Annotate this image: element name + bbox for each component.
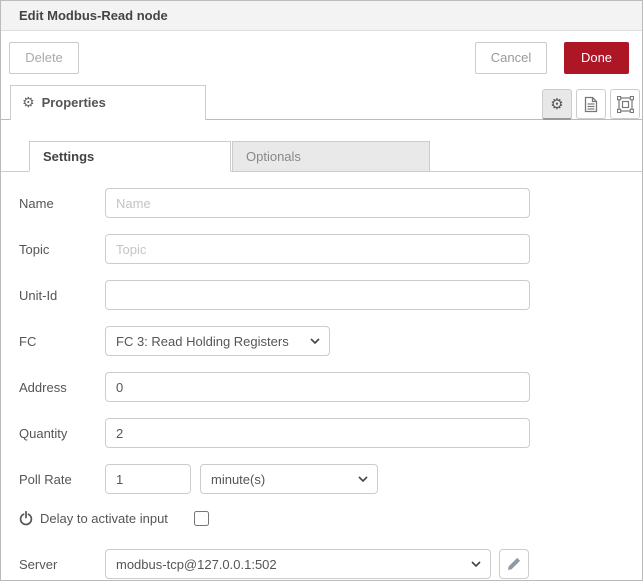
delay-label: Delay to activate input [40, 511, 168, 526]
topic-input[interactable] [105, 234, 530, 264]
poll-rate-label: Poll Rate [1, 472, 105, 487]
server-label: Server [1, 557, 105, 572]
chevron-down-icon [358, 476, 368, 482]
poll-rate-row: Poll Rate minute(s) [1, 464, 642, 494]
object-group-icon [617, 96, 634, 113]
fc-select[interactable]: FC 3: Read Holding Registers [105, 326, 330, 356]
delay-row: Delay to activate input [1, 510, 642, 527]
unit-id-label: Unit-Id [1, 288, 105, 303]
done-button[interactable]: Done [564, 42, 629, 74]
address-input[interactable] [105, 372, 530, 402]
server-selected-value: modbus-tcp@127.0.0.1:502 [116, 557, 277, 572]
fc-row: FC FC 3: Read Holding Registers [1, 326, 642, 356]
properties-icon-button[interactable]: ⚙ [542, 89, 572, 120]
poll-rate-input[interactable] [105, 464, 191, 494]
tab-optionals[interactable]: Optionals [232, 141, 430, 172]
unit-id-row: Unit-Id [1, 280, 642, 310]
poll-rate-unit-select[interactable]: minute(s) [200, 464, 378, 494]
editor-tab-bar: ⚙ Properties ⚙ [1, 85, 642, 120]
description-icon-button[interactable] [576, 89, 606, 119]
delay-checkbox[interactable] [194, 511, 209, 526]
dialog-toolbar: Delete Cancel Done [1, 31, 642, 85]
chevron-down-icon [310, 338, 320, 344]
poll-rate-unit-value: minute(s) [211, 472, 265, 487]
dialog-title: Edit Modbus-Read node [1, 1, 642, 31]
editor-tab-buttons: ⚙ [542, 89, 640, 120]
tab-properties[interactable]: ⚙ Properties [10, 85, 206, 120]
edit-node-dialog: Edit Modbus-Read node Delete Cancel Done… [0, 0, 643, 581]
topic-row: Topic [1, 234, 642, 264]
document-icon [584, 96, 598, 113]
topic-label: Topic [1, 242, 105, 257]
name-input[interactable] [105, 188, 530, 218]
fc-selected-value: FC 3: Read Holding Registers [116, 334, 289, 349]
settings-tab-bar: Settings Optionals [1, 130, 642, 172]
tab-properties-label: Properties [42, 95, 106, 110]
name-label: Name [1, 196, 105, 211]
settings-form: Name Topic Unit-Id FC FC 3: Read Holding… [1, 172, 642, 579]
server-row: Server modbus-tcp@127.0.0.1:502 [1, 549, 642, 579]
address-row: Address [1, 372, 642, 402]
edit-server-button[interactable] [499, 549, 529, 579]
quantity-label: Quantity [1, 426, 105, 441]
address-label: Address [1, 380, 105, 395]
name-row: Name [1, 188, 642, 218]
server-select[interactable]: modbus-tcp@127.0.0.1:502 [105, 549, 491, 579]
tab-settings[interactable]: Settings [29, 141, 231, 172]
delete-button[interactable]: Delete [9, 42, 79, 74]
pencil-icon [507, 557, 521, 571]
unit-id-input[interactable] [105, 280, 530, 310]
gear-icon: ⚙ [550, 95, 563, 113]
power-icon [19, 511, 33, 526]
gear-icon: ⚙ [22, 94, 35, 110]
quantity-row: Quantity [1, 418, 642, 448]
quantity-input[interactable] [105, 418, 530, 448]
appearance-icon-button[interactable] [610, 89, 640, 119]
chevron-down-icon [471, 561, 481, 567]
cancel-button[interactable]: Cancel [475, 42, 547, 74]
fc-label: FC [1, 334, 105, 349]
